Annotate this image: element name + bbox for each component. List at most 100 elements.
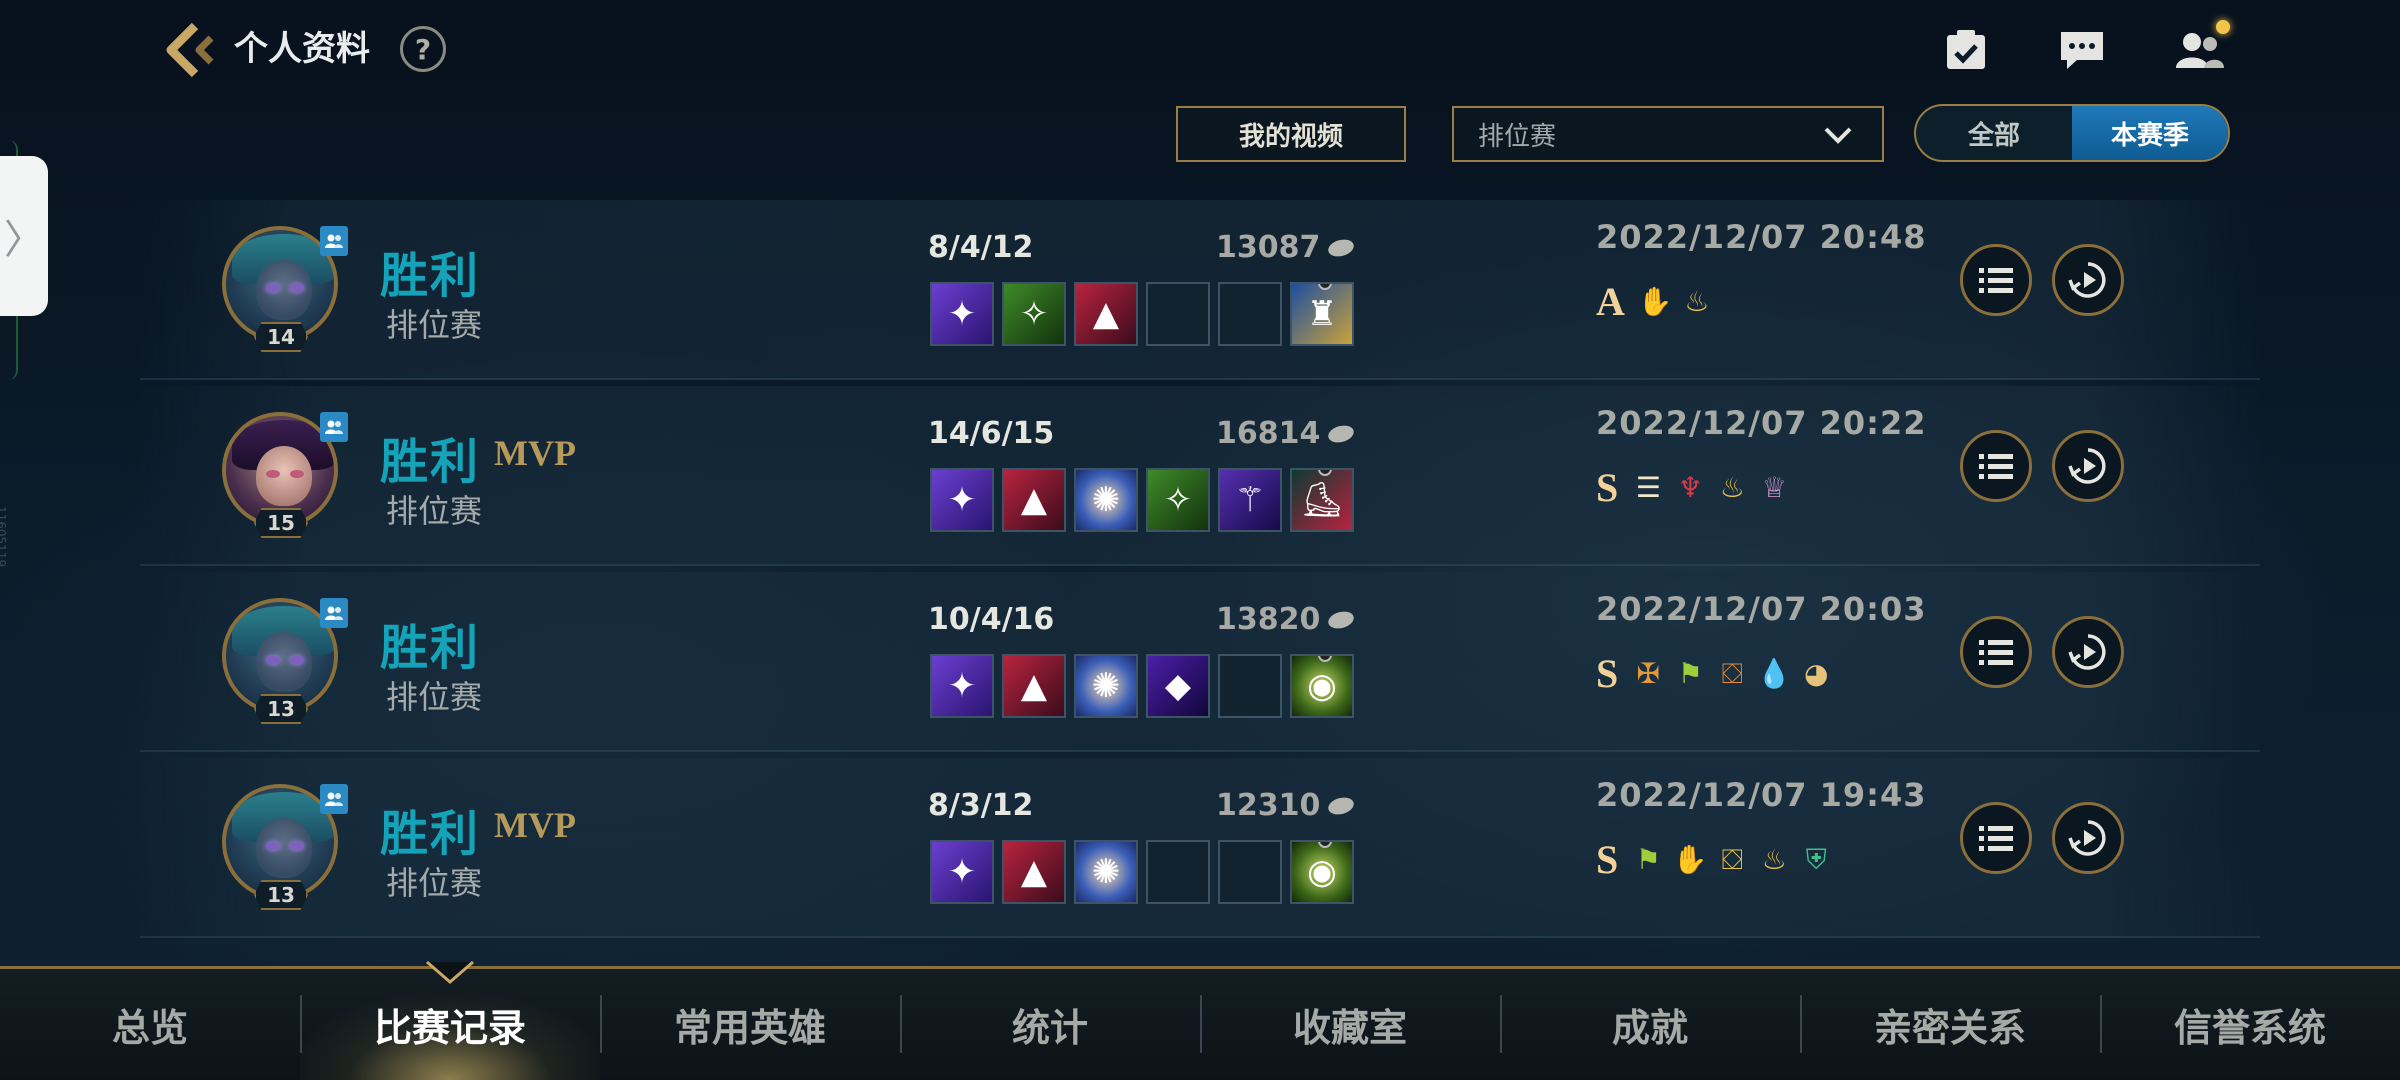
back-arrow-icon <box>166 22 214 78</box>
honor-badges: S ✠ ⚑ ⛋ 💧 ◕ <box>1596 650 1834 697</box>
watermark-id: 11605119 <box>0 506 8 568</box>
winged-helm-icon: ♕ <box>1761 471 1787 504</box>
help-icon[interactable]: ? <box>400 26 446 72</box>
droplet-icon: 💧 <box>1756 657 1792 690</box>
mode-dropdown-value: 排位赛 <box>1478 121 1557 152</box>
mvp-badge: MVP <box>494 433 576 473</box>
task-checklist-icon[interactable] <box>1938 22 1994 78</box>
champion-level: 13 <box>254 694 308 724</box>
back-button[interactable] <box>160 20 220 80</box>
item-slot[interactable]: ◆ <box>1146 654 1210 718</box>
flame-icon: ♨ <box>1719 471 1745 504</box>
mode-dropdown[interactable]: 排位赛 <box>1452 106 1884 162</box>
tab-overview[interactable]: 总览 <box>0 969 300 1080</box>
coin-stack-icon: ◕ <box>1804 657 1829 690</box>
match-datetime: 2022/12/07 20:22 <box>1596 404 1927 442</box>
match-history-list: 14 胜利 排位赛 8/4/12 13087 ✦ ✧ ▲ ♜ 2022/12/0… <box>140 200 2260 940</box>
item-slot[interactable]: ✦ <box>930 840 994 904</box>
item-slot[interactable]: ▲ <box>1074 282 1138 346</box>
item-build: ✦ ✧ ▲ ♜ <box>930 282 1354 346</box>
flame-icon: ♨ <box>1684 285 1710 318</box>
match-replay-button[interactable] <box>2052 244 2124 316</box>
item-slot[interactable]: ✦ <box>930 654 994 718</box>
match-grade: A <box>1596 279 1625 324</box>
item-slot[interactable]: ⚚ <box>1218 468 1282 532</box>
list-icon <box>1979 826 2013 851</box>
trinket-slot[interactable]: ♜ <box>1290 282 1354 346</box>
page-title: 个人资料 <box>234 29 370 69</box>
gold-earned: 13820 <box>1216 602 1357 637</box>
party-icon <box>320 226 348 256</box>
item-slot[interactable]: ✦ <box>930 282 994 346</box>
flame-icon: ♨ <box>1761 843 1787 876</box>
item-slot[interactable]: ▲ <box>1002 840 1066 904</box>
item-slot[interactable]: ▲ <box>1002 468 1066 532</box>
kda: 8/3/12 <box>928 788 1034 823</box>
friends-icon[interactable] <box>2172 20 2230 78</box>
item-slot[interactable]: ✺ <box>1074 468 1138 532</box>
item-slot[interactable]: ✺ <box>1074 840 1138 904</box>
tab-relationships[interactable]: 亲密关系 <box>1800 969 2100 1080</box>
champion-avatar: 14 <box>222 226 348 352</box>
match-grade: S <box>1596 465 1619 510</box>
match-result: 胜利 <box>380 248 481 304</box>
match-row[interactable]: 15 胜利 MVP 排位赛 14/6/15 16814 ✦ ▲ ✺ ✧ ⚚ ⛸ … <box>140 386 2260 566</box>
gold-value: 16814 <box>1216 416 1321 451</box>
match-replay-button[interactable] <box>2052 802 2124 874</box>
match-replay-button[interactable] <box>2052 616 2124 688</box>
tab-achievements[interactable]: 成就 <box>1500 969 1800 1080</box>
match-details-button[interactable] <box>1960 616 2032 688</box>
tab-collection[interactable]: 收藏室 <box>1200 969 1500 1080</box>
season-option-all[interactable]: 全部 <box>1916 106 2072 160</box>
chat-icon[interactable] <box>2054 22 2110 78</box>
item-slot[interactable]: ✦ <box>930 468 994 532</box>
item-slot[interactable]: ✧ <box>1146 468 1210 532</box>
item-slot[interactable]: ✺ <box>1074 654 1138 718</box>
honor-badges: A ✋ ♨ <box>1596 278 1715 325</box>
crest-icon: ✠ <box>1636 657 1660 690</box>
chevron-down-icon <box>1824 127 1852 144</box>
item-slot[interactable]: ▲ <box>1002 654 1066 718</box>
champion-level: 13 <box>254 880 308 910</box>
gold-coin-icon <box>1326 608 1357 631</box>
tab-stats[interactable]: 统计 <box>900 969 1200 1080</box>
gold-earned: 12310 <box>1216 788 1357 823</box>
match-mode: 排位赛 <box>386 864 483 902</box>
match-details-button[interactable] <box>1960 430 2032 502</box>
tab-honor-system[interactable]: 信誉系统 <box>2100 969 2400 1080</box>
kda: 14/6/15 <box>928 416 1055 451</box>
champion-level: 15 <box>254 508 308 538</box>
season-toggle[interactable]: 全部 本赛季 <box>1914 104 2230 162</box>
party-icon <box>320 412 348 442</box>
champion-avatar: 15 <box>222 412 348 538</box>
trinket-slot[interactable]: ◉ <box>1290 654 1354 718</box>
gold-coin-icon <box>1326 422 1357 445</box>
champion-avatar: 13 <box>222 598 348 724</box>
season-option-current[interactable]: 本赛季 <box>2072 106 2228 160</box>
match-details-button[interactable] <box>1960 802 2032 874</box>
trinket-slot[interactable]: ⛸ <box>1290 468 1354 532</box>
side-panel-handle[interactable]: 〉 <box>0 156 48 316</box>
tab-favorite-champions[interactable]: 常用英雄 <box>600 969 900 1080</box>
match-details-button[interactable] <box>1960 244 2032 316</box>
match-replay-button[interactable] <box>2052 430 2124 502</box>
item-slot[interactable]: ✧ <box>1002 282 1066 346</box>
trinket-slot[interactable]: ◉ <box>1290 840 1354 904</box>
item-slot-empty <box>1146 840 1210 904</box>
item-slot-empty <box>1146 282 1210 346</box>
match-mode: 排位赛 <box>386 306 483 344</box>
shield-plus-icon: ⛨ <box>1805 842 1827 876</box>
champion-avatar: 13 <box>222 784 348 910</box>
fire-hand-icon: ✋ <box>1672 843 1708 876</box>
kda: 8/4/12 <box>928 230 1034 265</box>
match-row[interactable]: 13 胜利 排位赛 10/4/16 13820 ✦ ▲ ✺ ◆ ◉ 2022/1… <box>140 572 2260 752</box>
triple-kill-icon: ☰ <box>1635 471 1661 504</box>
flag-icon: ⚑ <box>1677 657 1703 690</box>
match-row[interactable]: 13 胜利 MVP 排位赛 8/3/12 12310 ✦ ▲ ✺ ◉ 2022/… <box>140 758 2260 938</box>
my-video-button[interactable]: 我的视频 <box>1176 106 1406 162</box>
list-icon <box>1979 454 2013 479</box>
replay-icon <box>2068 448 2106 484</box>
item-slot-empty <box>1218 840 1282 904</box>
match-row[interactable]: 14 胜利 排位赛 8/4/12 13087 ✦ ✧ ▲ ♜ 2022/12/0… <box>140 200 2260 380</box>
kda: 10/4/16 <box>928 602 1055 637</box>
